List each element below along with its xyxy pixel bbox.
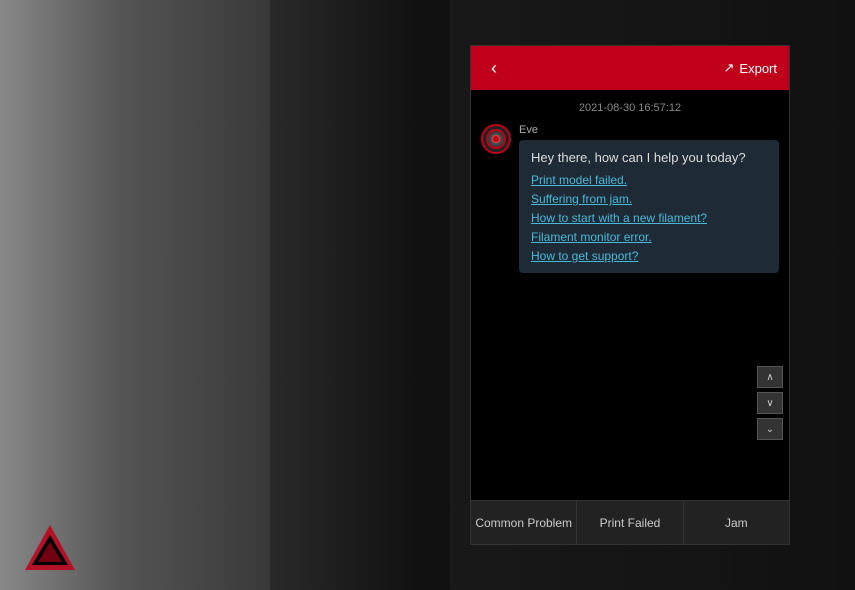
scroll-bottom-button[interactable]: ⌄	[757, 418, 783, 440]
export-button[interactable]: ↗ Export	[724, 60, 777, 76]
avatar-eye	[492, 135, 500, 143]
bot-avatar	[481, 124, 511, 154]
chevron-up-icon: ∧	[766, 372, 773, 383]
tab-bar: Common Problem Print Failed Jam	[471, 500, 789, 544]
header-bar: ‹ ↗ Export	[471, 46, 789, 90]
export-icon: ↗	[724, 60, 735, 76]
chat-timestamp: 2021-08-30 16:57:12	[471, 90, 789, 124]
sender-name: Eve	[519, 124, 779, 136]
scroll-up-button[interactable]: ∧	[757, 366, 783, 388]
dark-strip-bg	[270, 0, 450, 590]
message-bubble: Hey there, how can I help you today? Pri…	[519, 140, 779, 273]
export-label: Export	[739, 61, 777, 76]
message-content: Eve Hey there, how can I help you today?…	[519, 124, 779, 273]
scroll-down-button[interactable]: ∨	[757, 392, 783, 414]
tab-jam[interactable]: Jam	[684, 501, 789, 544]
tab-common-problem[interactable]: Common Problem	[471, 501, 577, 544]
chevron-double-down-icon: ⌄	[766, 424, 774, 435]
avatar-inner	[486, 129, 506, 149]
left-panel-bg	[0, 0, 300, 590]
greeting-text: Hey there, how can I help you today?	[531, 150, 767, 165]
chat-area: 2021-08-30 16:57:12 Eve Hey there, how c…	[471, 90, 789, 500]
back-button[interactable]: ‹	[483, 54, 505, 83]
option-link-2[interactable]: Suffering from jam.	[531, 192, 767, 206]
scroll-buttons: ∧ ∨ ⌄	[757, 366, 783, 440]
option-link-1[interactable]: Print model failed.	[531, 173, 767, 187]
brand-logo	[20, 520, 80, 580]
tablet-screen: ‹ ↗ Export 2021-08-30 16:57:12 Eve Hey t…	[470, 45, 790, 545]
option-link-4[interactable]: Filament monitor error.	[531, 230, 767, 244]
message-row: Eve Hey there, how can I help you today?…	[481, 124, 779, 273]
tab-print-failed[interactable]: Print Failed	[577, 501, 683, 544]
chat-messages: Eve Hey there, how can I help you today?…	[471, 124, 789, 500]
option-link-5[interactable]: How to get support?	[531, 249, 767, 263]
back-icon: ‹	[491, 58, 497, 79]
option-link-3[interactable]: How to start with a new filament?	[531, 211, 767, 225]
chevron-down-icon: ∨	[766, 398, 773, 409]
